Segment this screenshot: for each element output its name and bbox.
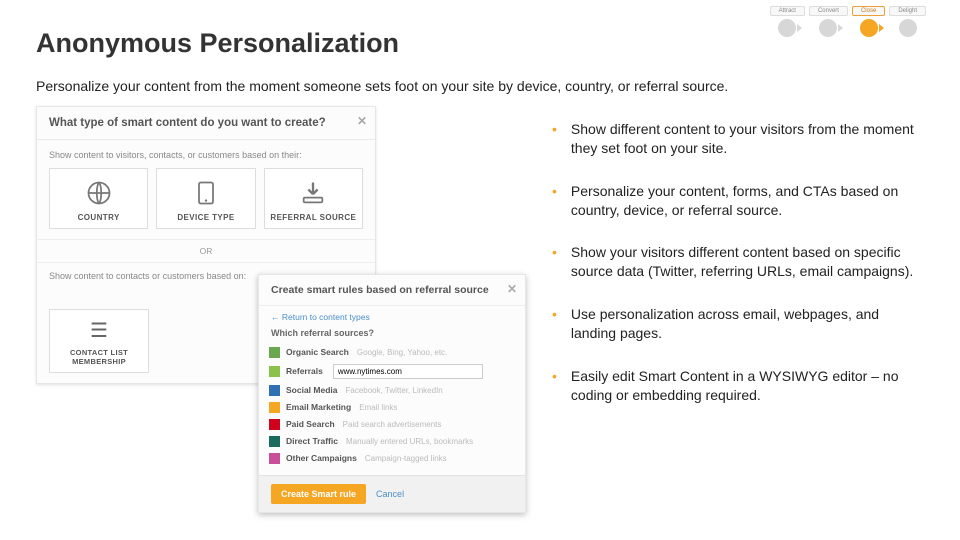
- referral-source-row[interactable]: Other Campaigns Campaign-tagged links: [269, 450, 515, 467]
- feature-bullets: Show different content to your visitors …: [552, 120, 924, 405]
- create-smart-rule-button[interactable]: Create Smart rule: [271, 484, 366, 504]
- list-icon: ☰: [54, 318, 144, 344]
- device-icon: [161, 177, 250, 209]
- source-name: Direct Traffic: [286, 436, 338, 446]
- or-separator: OR: [37, 239, 375, 263]
- source-desc: Paid search advertisements: [343, 420, 442, 429]
- globe-icon: [54, 177, 143, 209]
- modal-smart-rules: Create smart rules based on referral sou…: [258, 274, 526, 513]
- close-icon[interactable]: ✕: [357, 114, 367, 128]
- referral-source-row[interactable]: Email Marketing Email links: [269, 399, 515, 416]
- source-name: Paid Search: [286, 419, 335, 429]
- source-desc: Facebook, Twitter, LinkedIn: [346, 386, 443, 395]
- source-name: Referrals: [286, 366, 323, 376]
- referral-source-row[interactable]: Direct Traffic Manually entered URLs, boo…: [269, 433, 515, 450]
- option-contact-list[interactable]: ☰ CONTACT LIST MEMBERSHIP: [49, 309, 149, 373]
- back-link[interactable]: ← Return to content types: [259, 306, 525, 322]
- referral-source-row[interactable]: Social Media Facebook, Twitter, LinkedIn: [269, 382, 515, 399]
- option-country[interactable]: COUNTRY: [49, 168, 148, 229]
- source-desc: Manually entered URLs, bookmarks: [346, 437, 473, 446]
- source-desc: Google, Bing, Yahoo, etc.: [357, 348, 447, 357]
- source-name: Other Campaigns: [286, 453, 357, 463]
- source-desc: Campaign-tagged links: [365, 454, 447, 463]
- source-desc: Email links: [359, 403, 397, 412]
- color-swatch: [269, 402, 280, 413]
- lifecycle-stage-diagram: Attract Convert Close Delight: [770, 6, 926, 37]
- modal2-question: Which referral sources?: [259, 322, 525, 342]
- color-swatch: [269, 347, 280, 358]
- color-swatch: [269, 436, 280, 447]
- close-icon[interactable]: ✕: [507, 282, 517, 296]
- bullet-text: Use personalization across email, webpag…: [571, 305, 924, 343]
- option-referral-source[interactable]: REFERRAL SOURCE: [264, 168, 363, 229]
- bullet-text: Easily edit Smart Content in a WYSIWYG e…: [571, 367, 924, 405]
- bullet-text: Personalize your content, forms, and CTA…: [571, 182, 924, 220]
- color-swatch: [269, 419, 280, 430]
- bullet-text: Show different content to your visitors …: [571, 120, 924, 158]
- referral-source-row[interactable]: Referrals: [269, 361, 515, 382]
- modal2-title: Create smart rules based on referral sou…: [271, 284, 489, 296]
- modal1-title: What type of smart content do you want t…: [49, 117, 326, 129]
- color-swatch: [269, 366, 280, 377]
- page-subtitle: Personalize your content from the moment…: [36, 77, 816, 96]
- download-icon: [269, 177, 358, 209]
- option-device-type[interactable]: DEVICE TYPE: [156, 168, 255, 229]
- color-swatch: [269, 385, 280, 396]
- source-name: Social Media: [286, 385, 338, 395]
- modal1-desc1: Show content to visitors, contacts, or c…: [49, 150, 363, 160]
- source-name: Organic Search: [286, 347, 349, 357]
- screenshot-mockups: What type of smart content do you want t…: [36, 106, 526, 429]
- source-name: Email Marketing: [286, 402, 351, 412]
- referral-url-input[interactable]: [333, 364, 483, 379]
- referral-source-row[interactable]: Organic Search Google, Bing, Yahoo, etc.: [269, 344, 515, 361]
- cancel-button[interactable]: Cancel: [376, 489, 404, 499]
- bullet-text: Show your visitors different content bas…: [571, 243, 924, 281]
- referral-source-row[interactable]: Paid Search Paid search advertisements: [269, 416, 515, 433]
- color-swatch: [269, 453, 280, 464]
